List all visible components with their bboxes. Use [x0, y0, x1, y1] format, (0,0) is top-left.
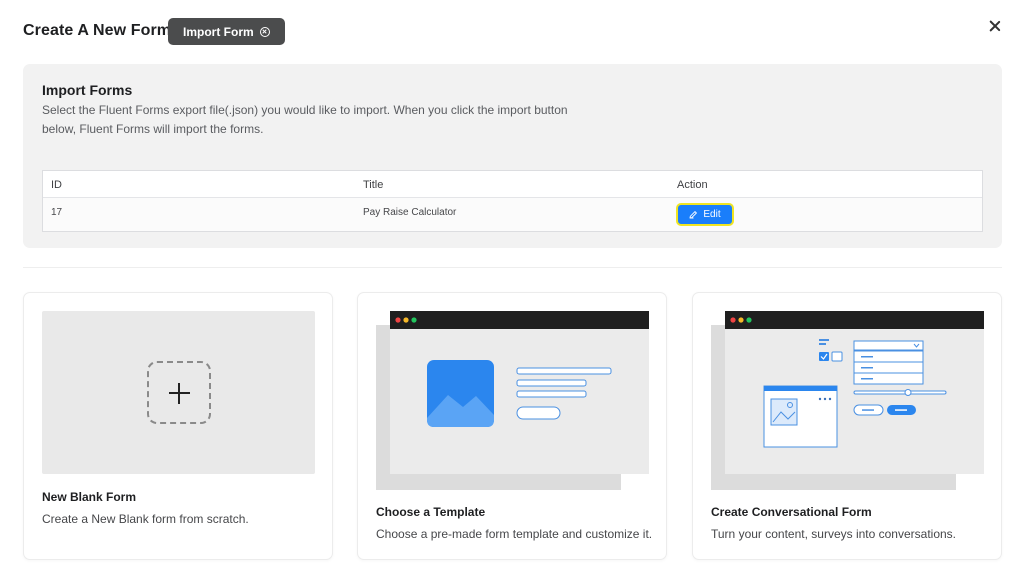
table-row: 17 Pay Raise Calculator Edit: [43, 198, 982, 231]
edit-label: Edit: [703, 209, 721, 220]
blank-form-preview: [42, 311, 315, 474]
window-dot-green: [746, 317, 752, 323]
import-forms-table: ID Title Action 17 Pay Raise Calculator …: [42, 170, 983, 232]
window-dot-yellow: [738, 317, 744, 323]
plus-icon: [147, 361, 211, 424]
new-blank-form-card[interactable]: New Blank Form Create a New Blank form f…: [23, 292, 333, 560]
column-header-action: Action: [677, 179, 708, 191]
window-dot-yellow: [403, 317, 409, 323]
window-dot-red: [395, 317, 401, 323]
import-forms-title: Import Forms: [42, 82, 133, 98]
pencil-icon: [689, 210, 698, 219]
table-header: ID Title Action: [43, 171, 982, 198]
conversational-illustration: [711, 311, 984, 490]
import-form-button[interactable]: Import Form: [168, 18, 285, 45]
card-description: Create a New Blank form from scratch.: [42, 512, 249, 526]
window-title-bar: [725, 311, 984, 329]
card-title: Create Conversational Form: [711, 505, 872, 519]
row-title: Pay Raise Calculator: [363, 207, 457, 218]
template-illustration: [376, 311, 649, 490]
close-circle-icon: [259, 26, 270, 37]
import-forms-panel: Import Forms Select the Fluent Forms exp…: [23, 64, 1002, 248]
edit-button[interactable]: Edit: [676, 203, 734, 226]
row-id: 17: [51, 207, 63, 218]
modal-header: Create A New Form Import Form: [0, 0, 1024, 64]
checkbox-icon: [819, 352, 829, 361]
choose-template-card[interactable]: Choose a Template Choose a pre-made form…: [357, 292, 667, 560]
window-dot-green: [411, 317, 417, 323]
close-icon[interactable]: [986, 17, 1004, 35]
page-title: Create A New Form: [23, 22, 172, 39]
slider-handle: [904, 389, 912, 396]
window-dot-red: [730, 317, 736, 323]
card-title: Choose a Template: [376, 505, 486, 519]
column-header-title: Title: [363, 179, 384, 191]
window-title-bar: [390, 311, 649, 329]
import-forms-description: Select the Fluent Forms export file(.jso…: [42, 103, 568, 136]
column-header-id: ID: [51, 179, 62, 191]
conversational-form-card[interactable]: Create Conversational Form Turn your con…: [692, 292, 1002, 560]
section-divider: [23, 267, 1002, 268]
image-icon: [770, 398, 798, 426]
card-description: Turn your content, surveys into conversa…: [711, 527, 957, 541]
card-title: New Blank Form: [42, 490, 137, 504]
card-description: Choose a pre-made form template and cust…: [376, 527, 653, 541]
import-form-label: Import Form: [183, 24, 254, 39]
